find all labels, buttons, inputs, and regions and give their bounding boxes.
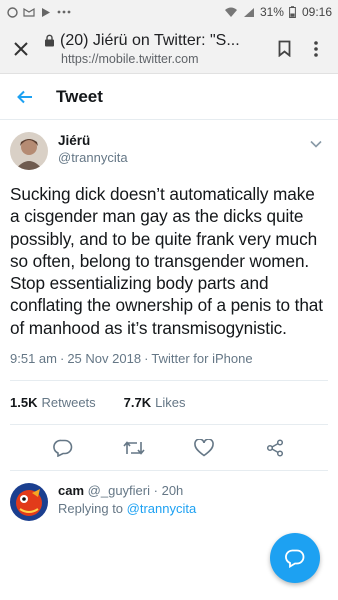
heart-icon bbox=[194, 438, 215, 457]
chevron-down-icon bbox=[310, 140, 322, 148]
reply-button[interactable] bbox=[46, 431, 80, 465]
reply-author-handle[interactable]: @_guyfieri bbox=[88, 483, 150, 498]
bookmark-button[interactable] bbox=[268, 32, 300, 66]
retweets-stat[interactable]: 1.5K Retweets bbox=[10, 395, 96, 410]
status-bar: 31% 09:16 bbox=[0, 0, 338, 24]
more-notifications-icon bbox=[57, 6, 71, 18]
message-icon bbox=[23, 6, 35, 18]
more-vertical-icon bbox=[314, 40, 318, 57]
meta-separator: · bbox=[59, 351, 65, 367]
compose-reply-button[interactable] bbox=[270, 533, 320, 583]
page-url[interactable]: https://mobile.twitter.com bbox=[44, 52, 268, 66]
lock-icon bbox=[45, 34, 54, 47]
share-button[interactable] bbox=[258, 431, 292, 465]
reply-icon bbox=[53, 439, 73, 457]
wifi-icon bbox=[224, 6, 238, 18]
likes-count: 7.7K bbox=[123, 395, 152, 411]
reply-author-name[interactable]: cam bbox=[58, 483, 84, 498]
tweet-date[interactable]: 25 Nov 2018 bbox=[67, 351, 141, 366]
tweet: Jiérü @trannycita Sucking dick doesn’t a… bbox=[0, 120, 338, 472]
tweet-time[interactable]: 9:51 am bbox=[10, 351, 57, 366]
reply-body: cam @_guyfieri · 20h Replying to @tranny… bbox=[58, 483, 196, 521]
status-right: 31% 09:16 bbox=[224, 5, 332, 19]
reply-tweet[interactable]: cam @_guyfieri · 20h Replying to @tranny… bbox=[0, 471, 338, 533]
author-name[interactable]: Jiérü bbox=[58, 133, 128, 148]
replying-to-link[interactable]: @trannycita bbox=[127, 501, 197, 516]
author-meta: Jiérü @trannycita bbox=[58, 132, 128, 165]
replying-to: Replying to @trannycita bbox=[58, 501, 196, 516]
reply-avatar[interactable] bbox=[10, 483, 48, 522]
tweet-source[interactable]: Twitter for iPhone bbox=[151, 351, 252, 366]
page-title: (20) Jiérü on Twitter: "S... bbox=[60, 31, 240, 49]
header-title: Tweet bbox=[56, 86, 103, 106]
status-left bbox=[6, 6, 71, 18]
battery-icon bbox=[289, 6, 297, 18]
tweet-header: Tweet bbox=[0, 74, 338, 120]
arrow-left-icon bbox=[17, 90, 32, 103]
tweet-actions bbox=[10, 425, 328, 472]
battery-percent: 31% bbox=[259, 5, 284, 19]
replying-to-label: Replying to bbox=[58, 501, 124, 517]
notification-icon bbox=[6, 6, 18, 18]
meta-separator: · bbox=[144, 351, 149, 367]
browser-menu-button[interactable] bbox=[300, 32, 332, 66]
likes-stat[interactable]: 7.7K Likes bbox=[124, 395, 186, 410]
browser-titles: (20) Jiérü on Twitter: "S... https://mob… bbox=[38, 32, 268, 66]
retweet-button[interactable] bbox=[117, 431, 151, 465]
author-handle[interactable]: @trannycita bbox=[58, 150, 128, 165]
reply-time[interactable]: 20h bbox=[162, 483, 184, 498]
reply-separator: · bbox=[153, 483, 158, 499]
tweet-author-row: Jiérü @trannycita bbox=[10, 132, 328, 170]
clock: 09:16 bbox=[301, 5, 332, 19]
retweets-label: Retweets bbox=[41, 395, 96, 411]
signal-icon bbox=[243, 6, 255, 18]
author-avatar[interactable] bbox=[10, 132, 48, 170]
browser-toolbar: (20) Jiérü on Twitter: "S... https://mob… bbox=[0, 24, 338, 74]
browser-title-row: (20) Jiérü on Twitter: "S... bbox=[44, 32, 268, 50]
close-tab-button[interactable] bbox=[4, 32, 38, 66]
tweet-options-button[interactable] bbox=[306, 134, 326, 154]
retweets-count: 1.5K bbox=[10, 395, 38, 411]
tweet-timestamp: 9:51 am · 25 Nov 2018 · Twitter for iPhone bbox=[10, 351, 328, 382]
back-button[interactable] bbox=[12, 84, 38, 110]
like-button[interactable] bbox=[187, 431, 221, 465]
play-icon bbox=[40, 6, 52, 18]
bookmark-icon bbox=[278, 40, 290, 57]
reply-header: cam @_guyfieri · 20h bbox=[58, 483, 196, 498]
close-icon bbox=[14, 41, 28, 56]
tweet-stats: 1.5K Retweets 7.7K Likes bbox=[10, 381, 328, 426]
likes-label: Likes bbox=[155, 395, 186, 411]
speech-bubble-icon bbox=[285, 549, 305, 568]
tweet-text: Sucking dick doesn’t automatically make … bbox=[10, 184, 323, 338]
share-icon bbox=[266, 439, 283, 457]
retweet-icon bbox=[123, 440, 145, 455]
